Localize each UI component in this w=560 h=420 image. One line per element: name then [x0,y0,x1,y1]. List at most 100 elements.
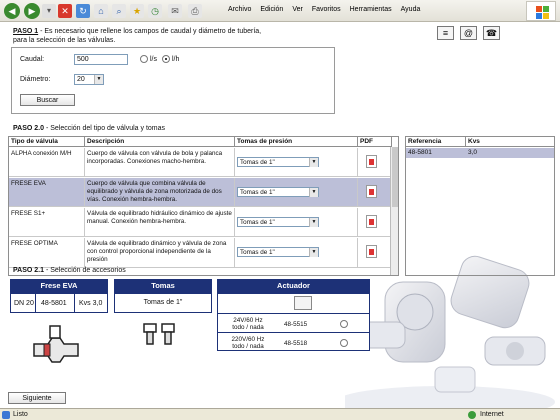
scrollbar-thumb[interactable] [392,147,398,207]
paso2-heading: PASO 2.0 - Selección del tipo de válvula… [13,125,165,132]
tool-icons: ≡ @ ☎ [437,26,500,40]
table-scrollbar[interactable] [390,147,398,275]
search-icon[interactable]: ⌕ [112,4,126,18]
windows-logo-icon [526,1,556,21]
status-bar: Listo Internet [0,408,560,420]
tomas-panel-header: Tomas [114,279,212,293]
chevron-down-icon: ▼ [309,248,318,257]
ref-value: 48-5801 [408,149,432,156]
cell-descripcion: Cuerpo de válvula que combina válvula de… [85,178,235,206]
siguiente-button[interactable]: Siguiente [8,392,66,404]
stop-icon[interactable]: ✕ [58,4,72,18]
chevron-down-icon: ▼ [94,75,103,84]
phone-icon[interactable]: ☎ [483,26,500,40]
forward-icon[interactable]: ▶ [24,3,40,19]
diametro-value: 20 [77,76,85,83]
paso2-subtitle: - Selección del tipo de válvula y tomas [44,125,166,132]
actuador-panel: 24V/60 Hz todo / nada 48-5515 220V/60 Hz… [217,293,370,351]
table-row[interactable]: FRESE EVA Cuerpo de válvula que combina … [9,178,391,207]
paso21-subtitle: - Selección de accesorios [44,267,126,274]
act-spec: 24V/60 Hz todo / nada [232,317,264,331]
tomas-value: Tomas de 1" [240,249,275,256]
col-tomas: Tomas de presión [235,137,358,147]
divider [218,313,369,314]
favorites-icon[interactable]: ★ [130,4,144,18]
cell-tipo: FRESE OPTIMA [9,238,85,267]
menu-ayuda[interactable]: Ayuda [401,6,421,13]
refresh-icon[interactable]: ↻ [76,4,90,18]
menu-favoritos[interactable]: Favoritos [312,6,341,13]
table-row[interactable]: FRESE OPTIMA Válvula de equilibrado diná… [9,238,391,268]
diametro-select[interactable]: 20 ▼ [74,74,104,85]
buscar-button[interactable]: Buscar [20,94,75,106]
divider [35,294,36,312]
divider [74,294,75,312]
pdf-icon[interactable] [366,245,377,258]
tomas-value: Tomas de 1" [240,189,275,196]
paso1-form: Caudal: 500 l/s l/h Diámetro: 20 ▼ Busca… [11,47,335,114]
caudal-label: Caudal: [20,56,45,63]
tomas-product-icon [143,323,175,345]
table-row[interactable]: FRESE S1+ Válvula de equilibrado hidrául… [9,208,391,237]
actuator-radio[interactable] [340,320,348,328]
paso1-text: - Es necesario que rellene los campos de… [13,28,262,44]
tomas-select[interactable]: Tomas de 1" ▼ [237,247,319,257]
valve-product-icon [33,325,79,363]
col-referencia: Referencia [406,137,466,147]
list-icon[interactable]: ≡ [437,26,454,40]
back-icon[interactable]: ◀ [4,3,20,19]
paso2-title: PASO 2.0 [13,125,44,132]
actuator-radio[interactable] [340,339,348,347]
tomas-value: Tomas de 1" [240,159,275,166]
tomas-select[interactable]: Tomas de 1" ▼ [237,157,319,167]
actuador-panel-header: Actuador [217,279,370,293]
act-spec: 220V/60 Hz todo / nada [231,336,265,350]
pdf-icon[interactable] [366,155,377,168]
tomas-panel: Tomas de 1" [114,293,212,313]
page-content: PASO 1 - Es necesario que rellene los ca… [0,22,560,408]
home-icon[interactable]: ⌂ [94,4,108,18]
tomas-select[interactable]: Tomas de 1" ▼ [237,187,319,197]
tomas-panel-value: Tomas de 1" [143,299,183,306]
col-descripcion: Descripción [85,137,235,147]
kvs-value: 3,0 [468,149,478,156]
email-icon[interactable]: @ [460,26,477,40]
chevron-down-icon: ▼ [309,218,318,227]
menu-bar: Archivo Edición Ver Favoritos Herramient… [228,6,420,13]
unit-lh-radio[interactable] [162,55,170,63]
unit-ls-label: l/s [150,56,157,63]
menu-archivo[interactable]: Archivo [228,6,251,13]
print-icon[interactable]: ⎙ [188,4,202,18]
diametro-label: Diámetro: [20,76,51,83]
valve-table: Tipo de válvula Descripción Tomas de pre… [8,136,399,276]
page-icon [2,411,10,419]
table-row[interactable]: 48-5801 3,0 [406,148,554,158]
actuator-icon [294,296,312,310]
history-icon[interactable]: ◷ [148,4,162,18]
dropdown-icon[interactable]: ▾ [42,4,56,18]
col-kvs: Kvs [466,137,554,147]
mail-icon[interactable]: ✉ [168,4,182,18]
pdf-icon[interactable] [366,215,377,228]
cell-descripcion: Cuerpo de válvula con válvula de bola y … [85,148,235,176]
table-row[interactable]: ALPHA conexión M/H Cuerpo de válvula con… [9,148,391,177]
paso1-title: PASO 1 [13,28,39,35]
unit-ls-radio[interactable] [140,55,148,63]
chevron-down-icon: ▼ [309,158,318,167]
pdf-icon[interactable] [366,185,377,198]
status-text: Listo [13,411,28,418]
cell-tipo: FRESE S1+ [9,208,85,236]
tomas-value: Tomas de 1" [240,219,275,226]
eva-ref: 48-5801 [41,300,67,307]
paso21-heading: PASO 2.1 - Selección de accesorios [13,267,126,274]
menu-herramientas[interactable]: Herramientas [350,6,392,13]
menu-edicion[interactable]: Edición [260,6,283,13]
internet-zone-icon [468,411,476,419]
paso1-instructions: PASO 1 - Es necesario que rellene los ca… [13,27,273,45]
col-tipo: Tipo de válvula [9,137,85,147]
tomas-select[interactable]: Tomas de 1" ▼ [237,217,319,227]
caudal-input[interactable]: 500 [74,54,128,65]
cell-tipo: FRESE EVA [9,178,85,206]
menu-ver[interactable]: Ver [292,6,303,13]
chevron-down-icon: ▼ [309,188,318,197]
